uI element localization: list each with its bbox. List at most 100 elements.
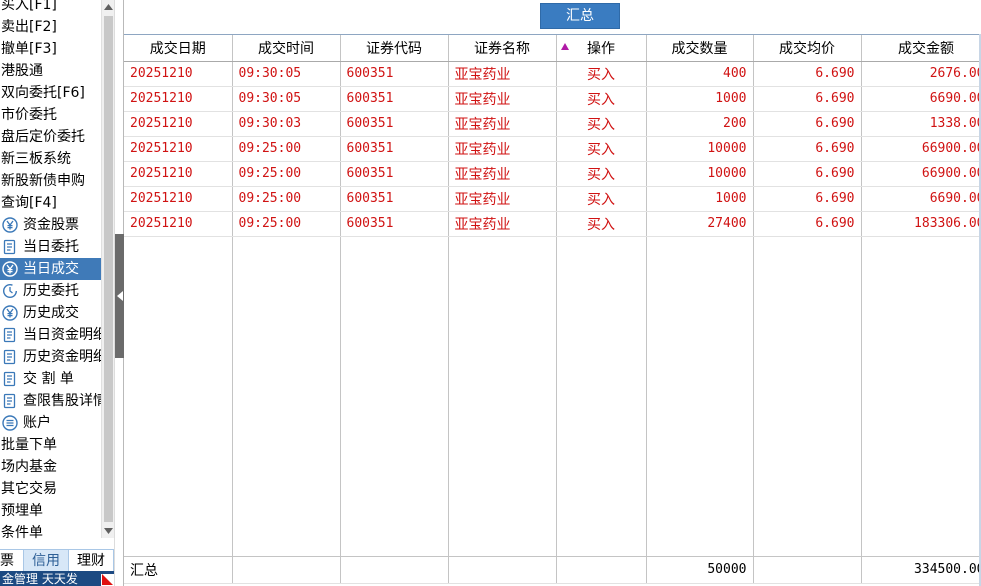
nav-item[interactable]: 其它交易 (0, 478, 101, 500)
security-name-cell: 亚宝药业 (448, 161, 557, 187)
tab-stock[interactable]: 票 (0, 550, 24, 572)
empty-cell (340, 236, 449, 557)
nav-item-label: 港股通 (1, 63, 43, 79)
avg-price-cell: 6.690 (753, 61, 862, 87)
left-nav-panel: 买入[F1] 卖出[F2] 撤单[F3] 港股通双向委托[F6] 市价委托盘后定价委托新… (0, 0, 114, 586)
table-row[interactable]: 20251210 09:25:00 600351 亚宝药业 买入 1000 6.690 669… (124, 186, 981, 212)
empty-cell (861, 236, 981, 557)
document-list-icon (2, 393, 18, 409)
amount-cell: 2676.00 (861, 61, 981, 87)
avg-price-cell: 6.690 (753, 111, 862, 137)
nav-item[interactable]: 当日成交 (0, 258, 101, 280)
nav-item[interactable]: 历史资金明细 (0, 346, 101, 368)
nav-item[interactable]: 新三板系统 (0, 148, 101, 170)
column-header-security-name[interactable]: 证券名称 (448, 35, 557, 62)
column-header-security-code[interactable]: 证券代码 (340, 35, 449, 62)
yuan-coin-icon (2, 305, 18, 321)
totals-empty-cell (753, 556, 862, 584)
nav-item[interactable]: 当日委托 (0, 236, 101, 258)
table-row[interactable]: 20251210 09:25:00 600351 亚宝药业 买入 10000 6.690 66… (124, 136, 981, 162)
nav-item[interactable]: 历史成交 (0, 302, 101, 324)
totals-empty-cell (340, 556, 449, 584)
nav-item-label: 交 割 单 (23, 371, 74, 387)
quantity-cell: 400 (646, 61, 754, 87)
scroll-up-arrow-icon[interactable] (102, 0, 114, 14)
nav-item[interactable]: 当日资金明细 (0, 324, 101, 346)
avg-price-cell: 6.690 (753, 161, 862, 187)
panel-splitter[interactable] (114, 0, 124, 586)
trades-table: 成交日期 成交时间 证券代码 证券名称 操作 成交数量 成交均价 成交金额 20… (124, 35, 981, 584)
table-row[interactable]: 20251210 09:30:05 600351 亚宝药业 买入 400 6.690 2676… (124, 61, 981, 87)
nav-scrollbar[interactable] (101, 0, 114, 538)
collapse-panel-handle[interactable] (115, 234, 124, 358)
main-content: 汇总 成交日期 成交时间 证券代码 证券名称 操作 成交数量 成交均价 成交金额 (124, 0, 981, 586)
nav-item[interactable]: 港股通 (0, 60, 101, 82)
column-header-avg-price[interactable]: 成交均价 (753, 35, 862, 62)
totals-empty-cell (556, 556, 647, 584)
nav-item[interactable]: 双向委托[F6] (0, 82, 101, 104)
trade-time-cell: 09:25:00 (232, 161, 341, 187)
nav-item[interactable]: 新股新债申购 (0, 170, 101, 192)
nav-item-label: 双向委托[F6] (1, 85, 85, 101)
table-body: 20251210 09:30:05 600351 亚宝药业 买入 400 6.690 2676… (124, 61, 981, 584)
column-header-operation-label: 操作 (587, 40, 615, 57)
column-header-trade-time[interactable]: 成交时间 (232, 35, 341, 62)
nav-item[interactable]: 卖出[F2] (0, 16, 101, 38)
security-code-cell: 600351 (340, 136, 449, 162)
totals-amount: 334500.00 (861, 556, 981, 584)
security-code-cell: 600351 (340, 161, 449, 187)
nav-item-label: 市价委托 (1, 107, 57, 123)
nav-list: 买入[F1] 卖出[F2] 撤单[F3] 港股通双向委托[F6] 市价委托盘后定价委托新… (0, 0, 101, 544)
operation-cell: 买入 (556, 161, 647, 187)
clock-history-icon (2, 283, 18, 299)
avg-price-cell: 6.690 (753, 211, 862, 237)
table-row[interactable]: 20251210 09:25:00 600351 亚宝药业 买入 27400 6.690 18… (124, 211, 981, 237)
table-row[interactable]: 20251210 09:30:05 600351 亚宝药业 买入 1000 6.690 669… (124, 86, 981, 112)
nav-item-label: 其它交易 (1, 481, 57, 497)
nav-item-label: 资金股票 (23, 217, 79, 233)
yuan-coin-icon (2, 217, 18, 233)
trade-date-cell: 20251210 (124, 61, 233, 87)
security-code-cell: 600351 (340, 111, 449, 137)
nav-item[interactable]: 查限售股详情 (0, 390, 101, 412)
trade-date-cell: 20251210 (124, 111, 233, 137)
security-name-cell: 亚宝药业 (448, 86, 557, 112)
amount-cell: 183306.00 (861, 211, 981, 237)
nav-item[interactable]: 条件单 (0, 522, 101, 544)
column-header-quantity[interactable]: 成交数量 (646, 35, 754, 62)
avg-price-cell: 6.690 (753, 136, 862, 162)
avg-price-cell: 6.690 (753, 186, 862, 212)
document-list-icon (2, 239, 18, 255)
nav-item[interactable]: 查询[F4] (0, 192, 101, 214)
tab-wealth[interactable]: 理财 (69, 550, 114, 572)
sort-ascending-icon (560, 43, 569, 50)
nav-item[interactable]: 买入[F1] (0, 0, 101, 16)
nav-item[interactable]: 资金股票 (0, 214, 101, 236)
column-header-trade-date[interactable]: 成交日期 (124, 35, 233, 62)
nav-item[interactable]: 历史委托 (0, 280, 101, 302)
trade-time-cell: 09:25:00 (232, 211, 341, 237)
scroll-down-arrow-icon[interactable] (102, 524, 114, 538)
chevron-left-icon (116, 291, 123, 301)
summary-button[interactable]: 汇总 (540, 3, 620, 29)
nav-item[interactable]: 账户 (0, 412, 101, 434)
status-strip-text: 金管理 天天发 (2, 572, 78, 586)
security-code-cell: 600351 (340, 211, 449, 237)
nav-item[interactable]: 撤单[F3] (0, 38, 101, 60)
nav-item[interactable]: 预埋单 (0, 500, 101, 522)
totals-label: 汇总 (124, 556, 233, 584)
column-header-amount[interactable]: 成交金额 (861, 35, 981, 62)
nav-item-label: 当日资金明细 (23, 327, 101, 343)
nav-item[interactable]: 市价委托 (0, 104, 101, 126)
nav-item-label: 撤单[F3] (1, 41, 57, 57)
column-header-operation[interactable]: 操作 (556, 35, 647, 62)
table-row[interactable]: 20251210 09:25:00 600351 亚宝药业 买入 10000 6.690 66… (124, 161, 981, 187)
nav-item[interactable]: 盘后定价委托 (0, 126, 101, 148)
tab-credit[interactable]: 信用 (24, 550, 69, 572)
nav-item-label: 查询[F4] (1, 195, 57, 211)
nav-item[interactable]: 批量下单 (0, 434, 101, 456)
nav-item[interactable]: 场内基金 (0, 456, 101, 478)
table-row[interactable]: 20251210 09:30:03 600351 亚宝药业 买入 200 6.690 1338… (124, 111, 981, 137)
nav-scroll-thumb[interactable] (104, 16, 113, 522)
nav-item[interactable]: 交 割 单 (0, 368, 101, 390)
